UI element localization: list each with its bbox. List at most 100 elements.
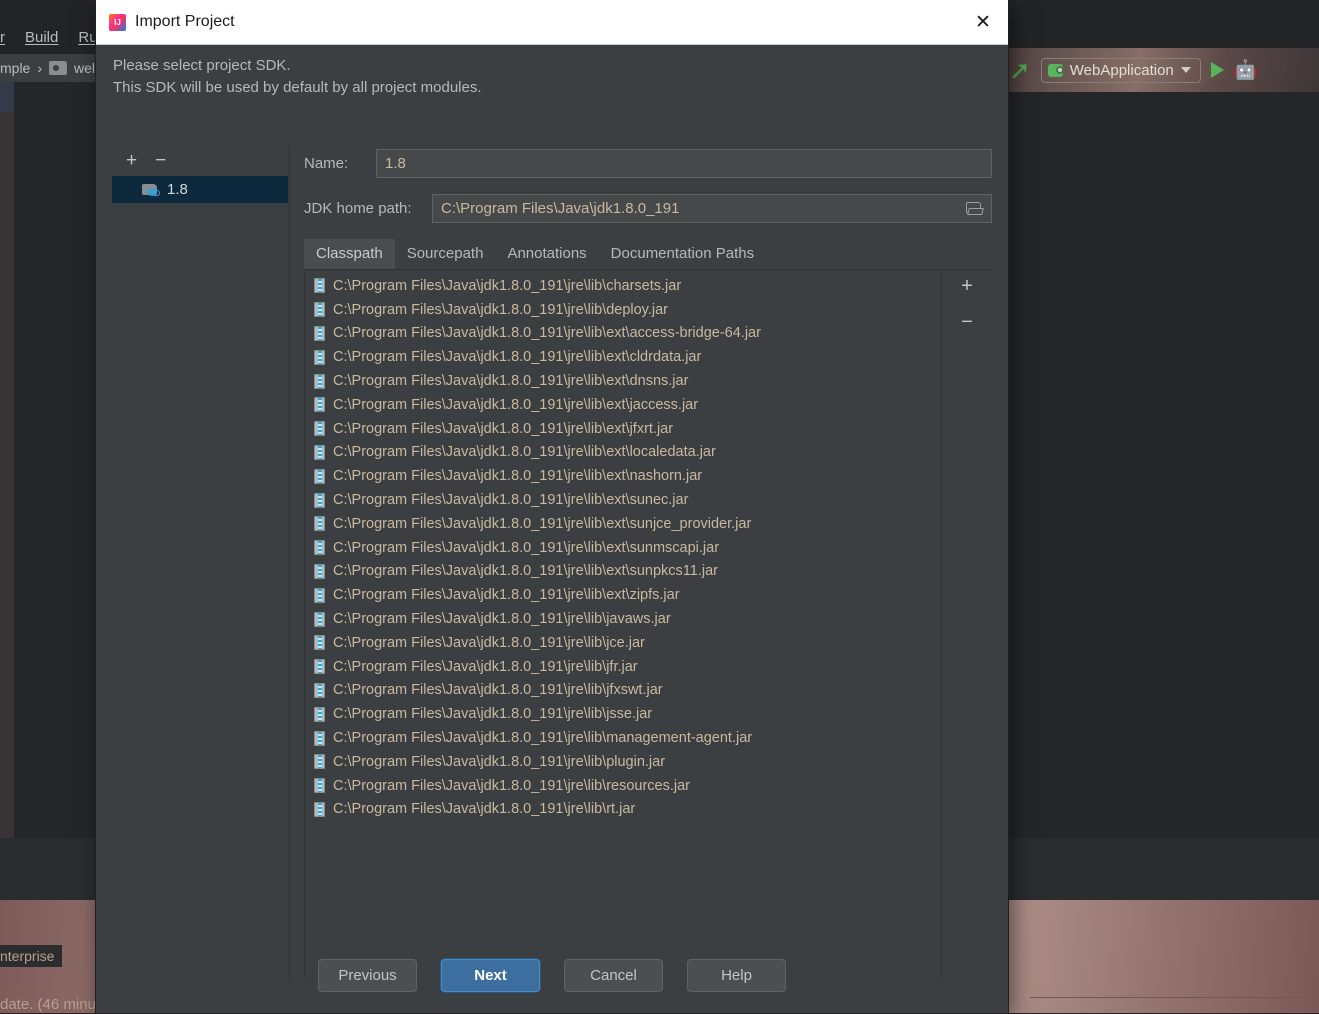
name-field-row: Name: 1.8	[304, 149, 992, 178]
jar-icon	[314, 564, 325, 579]
classpath-row[interactable]: C:\Program Files\Java\jdk1.8.0_191\jre\l…	[305, 441, 941, 465]
close-icon[interactable]: ✕	[970, 10, 996, 34]
classpath-row-label: C:\Program Files\Java\jdk1.8.0_191\jre\l…	[333, 587, 680, 603]
sdk-list-toolbar: + −	[112, 145, 288, 175]
status-text-primary: nterprise	[0, 945, 62, 967]
classpath-row-label: C:\Program Files\Java\jdk1.8.0_191\jre\l…	[333, 421, 673, 437]
help-button[interactable]: Help	[687, 959, 786, 992]
classpath-row-label: C:\Program Files\Java\jdk1.8.0_191\jre\l…	[333, 682, 663, 698]
classpath-row[interactable]: C:\Program Files\Java\jdk1.8.0_191\jre\l…	[305, 536, 941, 560]
jar-icon	[314, 707, 325, 722]
classpath-row[interactable]: C:\Program Files\Java\jdk1.8.0_191\jre\l…	[305, 512, 941, 536]
jar-icon	[314, 802, 325, 817]
remove-classpath-button[interactable]: −	[961, 312, 973, 332]
breadcrumb-project[interactable]: mple	[0, 60, 30, 76]
classpath-row-label: C:\Program Files\Java\jdk1.8.0_191\jre\l…	[333, 801, 635, 817]
name-input[interactable]: 1.8	[376, 149, 992, 178]
classpath-row[interactable]: C:\Program Files\Java\jdk1.8.0_191\jre\l…	[305, 393, 941, 417]
classpath-row[interactable]: C:\Program Files\Java\jdk1.8.0_191\jre\l…	[305, 369, 941, 393]
classpath-row-label: C:\Program Files\Java\jdk1.8.0_191\jre\l…	[333, 611, 671, 627]
add-sdk-button[interactable]: +	[126, 151, 137, 170]
classpath-row-label: C:\Program Files\Java\jdk1.8.0_191\jre\l…	[333, 349, 701, 365]
dialog-title: Import Project	[135, 13, 235, 31]
jar-icon	[314, 731, 325, 746]
classpath-row[interactable]: C:\Program Files\Java\jdk1.8.0_191\jre\l…	[305, 750, 941, 774]
jar-icon	[314, 397, 325, 412]
next-button[interactable]: Next	[441, 959, 540, 992]
classpath-row-label: C:\Program Files\Java\jdk1.8.0_191\jre\l…	[333, 635, 645, 651]
classpath-row[interactable]: C:\Program Files\Java\jdk1.8.0_191\jre\l…	[305, 417, 941, 441]
sdk-list-item-1-8[interactable]: 1.8	[112, 176, 288, 203]
jar-icon	[314, 612, 325, 627]
classpath-row[interactable]: C:\Program Files\Java\jdk1.8.0_191\jre\l…	[305, 298, 941, 322]
classpath-row[interactable]: C:\Program Files\Java\jdk1.8.0_191\jre\l…	[305, 774, 941, 798]
classpath-row-label: C:\Program Files\Java\jdk1.8.0_191\jre\l…	[333, 516, 751, 532]
jdk-folder-icon	[142, 183, 159, 197]
jdk-home-path-input[interactable]: C:\Program Files\Java\jdk1.8.0_191	[432, 194, 992, 223]
folder-open-icon	[966, 202, 983, 215]
panel-splitter[interactable]	[289, 145, 290, 980]
sdk-tabs: Classpath Sourcepath Annotations Documen…	[304, 239, 992, 270]
classpath-row[interactable]: C:\Program Files\Java\jdk1.8.0_191\jre\l…	[305, 607, 941, 631]
classpath-row-label: C:\Program Files\Java\jdk1.8.0_191\jre\l…	[333, 302, 668, 318]
tomcat-icon	[1048, 64, 1063, 77]
add-classpath-button[interactable]: +	[961, 276, 973, 296]
jar-icon	[314, 374, 325, 389]
tool-window-strip-selected[interactable]	[0, 82, 14, 112]
classpath-row-label: C:\Program Files\Java\jdk1.8.0_191\jre\l…	[333, 278, 681, 294]
classpath-row-label: C:\Program Files\Java\jdk1.8.0_191\jre\l…	[333, 444, 716, 460]
browse-button[interactable]	[957, 195, 991, 222]
tab-classpath[interactable]: Classpath	[304, 239, 395, 269]
menu-item-0[interactable]: r	[0, 29, 5, 46]
jar-icon	[314, 326, 325, 341]
classpath-row-label: C:\Program Files\Java\jdk1.8.0_191\jre\l…	[333, 778, 690, 794]
classpath-row[interactable]: C:\Program Files\Java\jdk1.8.0_191\jre\l…	[305, 631, 941, 655]
sdk-list: 1.8	[112, 176, 288, 203]
jar-icon	[314, 754, 325, 769]
arrow-up-icon[interactable]: ➚	[1009, 57, 1031, 83]
jar-icon	[314, 659, 325, 674]
cancel-button[interactable]: Cancel	[564, 959, 663, 992]
menu-item-build[interactable]: Build	[25, 29, 58, 46]
remove-sdk-button[interactable]: −	[155, 151, 166, 170]
jar-icon	[314, 683, 325, 698]
classpath-row[interactable]: C:\Program Files\Java\jdk1.8.0_191\jre\l…	[305, 655, 941, 679]
jar-icon	[314, 445, 325, 460]
sdk-list-item-label: 1.8	[167, 181, 188, 198]
run-configuration-selector[interactable]: WebApplication	[1041, 58, 1201, 83]
jar-icon	[314, 278, 325, 293]
classpath-row[interactable]: C:\Program Files\Java\jdk1.8.0_191\jre\l…	[305, 679, 941, 703]
classpath-row[interactable]: C:\Program Files\Java\jdk1.8.0_191\jre\l…	[305, 583, 941, 607]
breadcrumb-folder[interactable]: wel	[74, 60, 95, 76]
debug-bug-icon[interactable]: 🤖	[1234, 61, 1258, 80]
classpath-list[interactable]: C:\Program Files\Java\jdk1.8.0_191\jre\l…	[305, 270, 941, 978]
classpath-row-label: C:\Program Files\Java\jdk1.8.0_191\jre\l…	[333, 706, 652, 722]
jdk-path-field-row: JDK home path: C:\Program Files\Java\jdk…	[304, 194, 992, 223]
run-triangle-icon[interactable]	[1211, 62, 1224, 78]
jar-icon	[314, 302, 325, 317]
classpath-row[interactable]: C:\Program Files\Java\jdk1.8.0_191\jre\l…	[305, 560, 941, 584]
classpath-row[interactable]: C:\Program Files\Java\jdk1.8.0_191\jre\l…	[305, 702, 941, 726]
import-project-dialog: Import Project ✕ Please select project S…	[96, 0, 1008, 1013]
classpath-row-label: C:\Program Files\Java\jdk1.8.0_191\jre\l…	[333, 659, 638, 675]
classpath-row[interactable]: C:\Program Files\Java\jdk1.8.0_191\jre\l…	[305, 322, 941, 346]
classpath-row[interactable]: C:\Program Files\Java\jdk1.8.0_191\jre\l…	[305, 345, 941, 369]
classpath-row[interactable]: C:\Program Files\Java\jdk1.8.0_191\jre\l…	[305, 726, 941, 750]
classpath-row-label: C:\Program Files\Java\jdk1.8.0_191\jre\l…	[333, 540, 719, 556]
name-label: Name:	[304, 155, 376, 172]
classpath-row[interactable]: C:\Program Files\Java\jdk1.8.0_191\jre\l…	[305, 488, 941, 512]
chevron-down-icon[interactable]	[1181, 67, 1191, 73]
classpath-row[interactable]: C:\Program Files\Java\jdk1.8.0_191\jre\l…	[305, 464, 941, 488]
folder-icon	[49, 61, 67, 75]
classpath-row[interactable]: C:\Program Files\Java\jdk1.8.0_191\jre\l…	[305, 274, 941, 298]
previous-button[interactable]: Previous	[318, 959, 417, 992]
tab-sourcepath[interactable]: Sourcepath	[395, 239, 496, 269]
classpath-row-label: C:\Program Files\Java\jdk1.8.0_191\jre\l…	[333, 373, 688, 389]
tab-annotations[interactable]: Annotations	[495, 239, 598, 269]
jar-icon	[314, 421, 325, 436]
jdk-home-path-value: C:\Program Files\Java\jdk1.8.0_191	[441, 200, 679, 217]
sdk-list-panel: + − 1.8	[112, 145, 288, 980]
tab-documentation-paths[interactable]: Documentation Paths	[599, 239, 766, 269]
jar-icon	[314, 588, 325, 603]
classpath-row[interactable]: C:\Program Files\Java\jdk1.8.0_191\jre\l…	[305, 798, 941, 822]
